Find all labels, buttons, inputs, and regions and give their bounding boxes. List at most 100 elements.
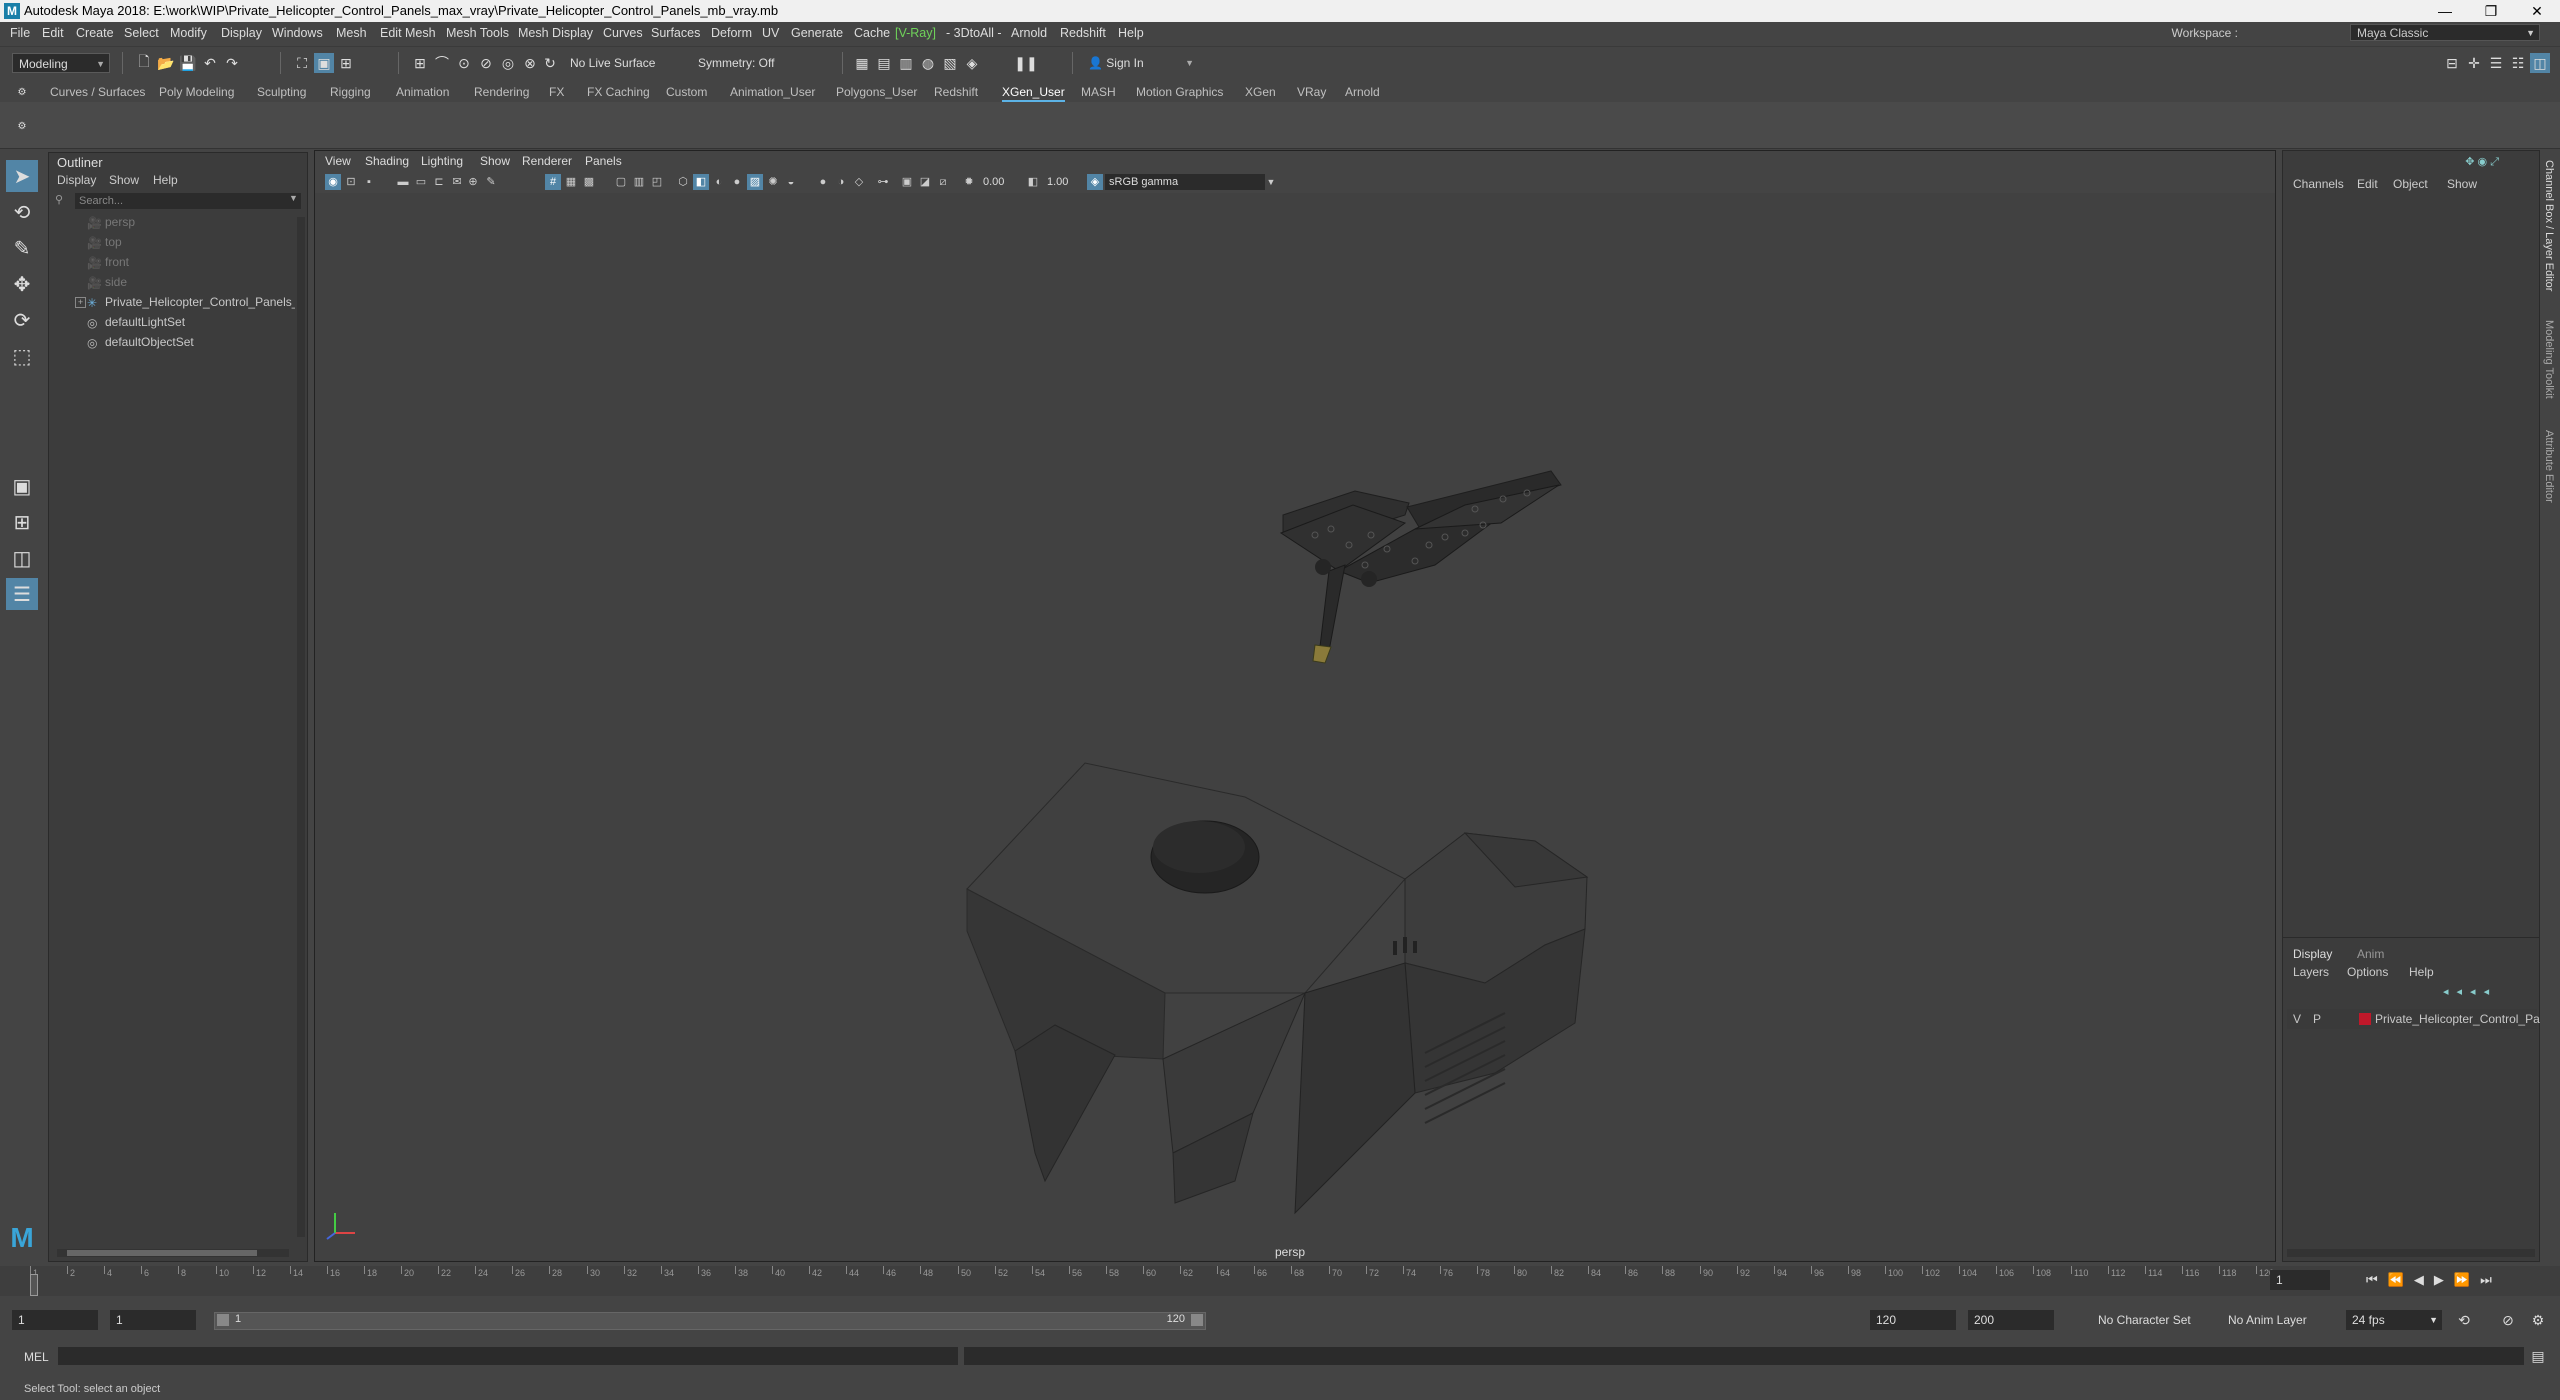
outliner-horizontal-scrollbar[interactable] xyxy=(57,1249,289,1257)
shaded-icon[interactable]: ● xyxy=(729,174,745,190)
viewport-menu-renderer[interactable]: Renderer xyxy=(522,154,572,168)
layer-playback-toggle[interactable]: P xyxy=(2313,1009,2321,1029)
range-end-handle[interactable] xyxy=(1191,1314,1203,1326)
current-time-marker[interactable] xyxy=(30,1274,38,1296)
menu-curves[interactable]: Curves xyxy=(603,26,643,40)
close-button[interactable]: ✕ xyxy=(2514,0,2560,22)
channel-box-menu-object[interactable]: Object xyxy=(2393,177,2428,191)
outliner-item-default-object-set[interactable]: ◎ defaultObjectSet xyxy=(55,333,295,351)
outliner-search-input[interactable]: Search... xyxy=(75,193,301,209)
select-object-icon[interactable]: ▣ xyxy=(314,53,334,73)
tool-settings-icon[interactable]: ☰ xyxy=(2486,53,2506,73)
menu-3dtoall[interactable]: - 3DtoAll - xyxy=(946,26,1002,40)
restore-button[interactable]: ❐ xyxy=(2468,0,2514,22)
redo-icon[interactable]: ↷ xyxy=(222,53,242,73)
workspace-select[interactable]: Maya Classic ▼ xyxy=(2350,24,2540,41)
shelf-tab-animation[interactable]: Animation xyxy=(396,85,449,99)
command-input[interactable] xyxy=(58,1347,958,1365)
layer-horizontal-scrollbar[interactable] xyxy=(2287,1249,2535,1257)
select-component-icon[interactable]: ⊞ xyxy=(336,53,356,73)
snap-curve-icon[interactable]: ⌒ xyxy=(432,53,452,73)
side-tab-channel-box[interactable]: Channel Box / Layer Editor xyxy=(2543,160,2555,291)
camera-attributes-icon[interactable]: ✉ xyxy=(449,174,465,190)
animation-preferences-icon[interactable]: ⚙ xyxy=(2528,1310,2548,1330)
exposure-field[interactable]: 0.00 xyxy=(979,174,1019,190)
save-scene-icon[interactable]: 💾 xyxy=(178,53,198,73)
color-space-select[interactable]: sRGB gamma xyxy=(1105,174,1265,190)
outliner-item-persp[interactable]: 🎥 persp xyxy=(55,213,295,231)
command-language-label[interactable]: MEL xyxy=(24,1350,49,1364)
snap-grid-icon[interactable]: ⊞ xyxy=(410,53,430,73)
layer-action-icons[interactable]: ◂◂◂◂ xyxy=(2443,985,2497,998)
menu-vray[interactable]: [V-Ray] xyxy=(895,26,936,40)
layer-menu-help[interactable]: Help xyxy=(2409,965,2434,979)
camera-lock-icon[interactable]: ⊡ xyxy=(343,174,359,190)
sign-in-button[interactable]: 👤 Sign In ▼ xyxy=(1082,53,1198,73)
script-editor-icon[interactable]: ▤ xyxy=(2528,1346,2548,1366)
shelf-tab-animation-user[interactable]: Animation_User xyxy=(730,85,815,99)
outliner-item-side[interactable]: 🎥 side xyxy=(55,273,295,291)
outliner-item-group[interactable]: + ✳ Private_Helicopter_Control_Panels_nc xyxy=(55,293,295,311)
layer-tab-anim[interactable]: Anim xyxy=(2357,947,2384,961)
live-surface-select[interactable]: No Live Surface xyxy=(564,53,678,73)
color-management-icon[interactable]: ◈ xyxy=(1087,174,1103,190)
menu-arnold[interactable]: Arnold xyxy=(1011,26,1047,40)
shelf-tab-xgen[interactable]: XGen xyxy=(1245,85,1276,99)
menu-set-select[interactable]: Modeling ▼ xyxy=(12,53,110,73)
shelf-tab-fx[interactable]: FX xyxy=(549,85,564,99)
side-tab-attribute-editor[interactable]: Attribute Editor xyxy=(2543,430,2555,503)
xray-icon[interactable]: ◐ xyxy=(711,174,727,190)
single-view-icon[interactable]: ▣ xyxy=(6,470,38,502)
paint-select-tool-icon[interactable]: ✎ xyxy=(6,232,38,264)
ambient-occlusion-icon[interactable]: ● xyxy=(815,174,831,190)
snap-point-icon[interactable]: ⊙ xyxy=(454,53,474,73)
animation-start-field[interactable]: 1 xyxy=(12,1310,98,1330)
new-scene-icon[interactable]: 🗋 xyxy=(134,53,154,73)
snap-magnet-icon[interactable]: ⊗ xyxy=(520,53,540,73)
gamma-icon[interactable]: ◧ xyxy=(1025,174,1041,190)
exposure-icon[interactable]: ✹ xyxy=(961,174,977,190)
select-camera-icon[interactable]: ◉ xyxy=(325,174,341,190)
side-tab-modeling-toolkit[interactable]: Modeling Toolkit xyxy=(2543,320,2555,399)
menu-deform[interactable]: Deform xyxy=(711,26,752,40)
outliner-menu-help[interactable]: Help xyxy=(153,173,178,187)
render-view-icon[interactable]: ▧ xyxy=(940,53,960,73)
history-icon[interactable]: ↻ xyxy=(540,53,560,73)
vray-render-icon[interactable]: ◈ xyxy=(962,53,982,73)
menu-generate[interactable]: Generate xyxy=(791,26,843,40)
chevron-down-icon[interactable]: ▼ xyxy=(289,193,298,203)
bookmark-icon[interactable]: ▪ xyxy=(361,174,377,190)
menu-surfaces[interactable]: Surfaces xyxy=(651,26,700,40)
select-hierarchy-icon[interactable]: ⛶ xyxy=(292,53,312,73)
scale-tool-icon[interactable]: ⬚ xyxy=(6,340,38,372)
attribute-editor-icon[interactable]: ✛ xyxy=(2464,53,2484,73)
shelf-tab-mash[interactable]: MASH xyxy=(1081,85,1116,99)
channel-box-icons[interactable]: ✥ ◉ ⤢ xyxy=(2465,155,2499,169)
viewport-menu-lighting[interactable]: Lighting xyxy=(421,154,463,168)
field-chart-icon[interactable]: ▥ xyxy=(631,174,647,190)
menu-select[interactable]: Select xyxy=(124,26,159,40)
anim-layer-select[interactable]: No Anim Layer xyxy=(2222,1310,2342,1330)
menu-edit-mesh[interactable]: Edit Mesh xyxy=(380,26,436,40)
two-view-icon[interactable]: ◫ xyxy=(6,542,38,574)
menu-edit[interactable]: Edit xyxy=(42,26,64,40)
viewport-menu-view[interactable]: View xyxy=(325,154,351,168)
smooth-shade-icon[interactable]: ▩ xyxy=(581,174,597,190)
menu-file[interactable]: File xyxy=(10,26,30,40)
layer-tab-display[interactable]: Display xyxy=(2293,947,2332,961)
wireframe-on-shaded-icon[interactable]: ◧ xyxy=(693,174,709,190)
animation-end-field[interactable]: 200 xyxy=(1968,1310,2054,1330)
viewport-menu-shading[interactable]: Shading xyxy=(365,154,409,168)
channel-box-toggle-icon[interactable]: ☷ xyxy=(2508,53,2528,73)
lasso-tool-icon[interactable]: ⟲ xyxy=(6,196,38,228)
snap-surface-icon[interactable]: ◎ xyxy=(498,53,518,73)
shelf-tab-polygons-user[interactable]: Polygons_User xyxy=(836,85,917,99)
outliner-vertical-scrollbar[interactable] xyxy=(297,217,305,1237)
character-set-select[interactable]: No Character Set xyxy=(2092,1310,2222,1330)
playback-controls[interactable]: ⏮⏪◀▶⏩⏭ xyxy=(2366,1272,2502,1288)
depth-of-field-icon[interactable]: ⊶ xyxy=(875,174,891,190)
outliner-item-top[interactable]: 🎥 top xyxy=(55,233,295,251)
rotate-tool-icon[interactable]: ⟳ xyxy=(6,304,38,336)
shelf-options-icon[interactable]: ⚙ xyxy=(12,116,32,136)
menu-uv[interactable]: UV xyxy=(762,26,779,40)
